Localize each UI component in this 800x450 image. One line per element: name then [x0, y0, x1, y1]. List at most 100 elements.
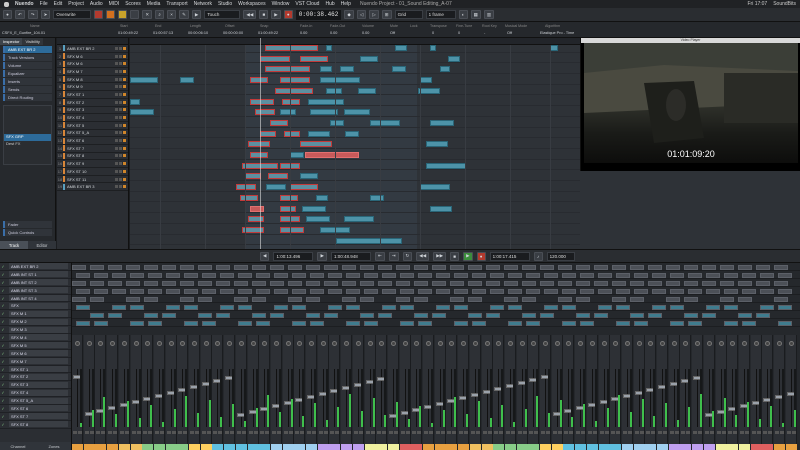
- forward-button[interactable]: ▶▶: [433, 251, 447, 261]
- mute-icon[interactable]: [115, 92, 118, 96]
- track-row[interactable]: 17 SFX ST 10: [57, 168, 128, 176]
- mute-icon[interactable]: [115, 46, 118, 50]
- record-arm-icon[interactable]: [123, 139, 126, 143]
- visibility-check-icon[interactable]: ✓: [0, 303, 6, 308]
- audio-event[interactable]: [250, 205, 264, 212]
- mute-icon[interactable]: [283, 431, 288, 434]
- draw-tool-icon[interactable]: ✎: [179, 10, 189, 19]
- project-arrange-area[interactable]: [130, 38, 580, 249]
- solo-icon[interactable]: [370, 431, 375, 434]
- mute-icon[interactable]: [704, 431, 709, 434]
- pan-knob[interactable]: [531, 341, 537, 346]
- menu-workspaces[interactable]: Workspaces: [238, 1, 265, 7]
- audio-event[interactable]: [345, 130, 359, 137]
- mixer-track-row[interactable]: ✓ SFX ST 8: [0, 421, 71, 429]
- pan-knob[interactable]: [566, 341, 572, 346]
- record-arm-icon[interactable]: [123, 116, 126, 120]
- track-row[interactable]: 9 SFX ST 3: [57, 106, 128, 115]
- pan-knob[interactable]: [683, 341, 689, 346]
- track-lane[interactable]: [130, 226, 580, 235]
- mute-icon[interactable]: [622, 431, 627, 434]
- tab-track[interactable]: Track: [0, 241, 28, 249]
- mixer-track-row[interactable]: ✓ SFX ST 7: [0, 413, 71, 421]
- track-name[interactable]: SFX ST 4: [67, 115, 115, 120]
- menu-window[interactable]: Window: [272, 1, 290, 7]
- erase-tool-button[interactable]: ✕: [142, 10, 153, 19]
- track-name[interactable]: AMB EXT BR 2: [67, 46, 115, 51]
- pan-knob[interactable]: [718, 341, 724, 346]
- pan-knob[interactable]: [449, 341, 455, 346]
- pan-knob[interactable]: [601, 341, 607, 346]
- mixer-track-name[interactable]: SFX M 4: [9, 334, 68, 341]
- record-arm-icon[interactable]: [123, 123, 126, 127]
- solo-icon[interactable]: [791, 431, 796, 434]
- solo-icon[interactable]: [119, 123, 122, 127]
- pan-knob[interactable]: [379, 341, 385, 346]
- pan-knob[interactable]: [543, 341, 548, 346]
- solo-icon[interactable]: [119, 85, 122, 89]
- solo-icon[interactable]: [119, 169, 122, 173]
- solo-icon[interactable]: [639, 431, 644, 434]
- record-arm-icon[interactable]: [123, 185, 126, 189]
- mute-icon[interactable]: [115, 77, 118, 81]
- solo-icon[interactable]: [335, 431, 340, 434]
- solo-icon[interactable]: [382, 431, 387, 434]
- record-button[interactable]: ●: [476, 251, 486, 261]
- solo-icon[interactable]: [183, 431, 188, 434]
- info-value-mute[interactable]: Off: [390, 31, 395, 35]
- audio-event[interactable]: [130, 109, 154, 116]
- mute-icon[interactable]: [716, 431, 721, 434]
- track-lane[interactable]: [130, 216, 580, 224]
- pan-knob[interactable]: [192, 341, 197, 346]
- audio-event[interactable]: [260, 130, 276, 137]
- mute-icon[interactable]: [115, 54, 118, 58]
- visibility-check-icon[interactable]: ✓: [0, 351, 6, 356]
- mute-icon[interactable]: [201, 431, 206, 434]
- pan-knob[interactable]: [507, 341, 513, 346]
- audio-event[interactable]: [340, 66, 354, 73]
- mute-icon[interactable]: [763, 431, 768, 434]
- mute-icon[interactable]: [190, 431, 194, 434]
- record-arm-icon[interactable]: [123, 177, 126, 181]
- audio-event[interactable]: [302, 205, 326, 212]
- mute-icon[interactable]: [178, 431, 183, 434]
- activate-project-button[interactable]: ●: [3, 10, 12, 19]
- info-value-end[interactable]: 01:00:57:13: [153, 31, 173, 35]
- mute-icon[interactable]: [236, 431, 241, 434]
- pan-knob[interactable]: [402, 341, 408, 346]
- mute-icon[interactable]: [115, 139, 118, 143]
- mixer-track-row[interactable]: ✓ SFX M 5: [0, 342, 71, 350]
- solo-icon[interactable]: [119, 77, 122, 81]
- audio-event[interactable]: [358, 87, 376, 94]
- track-name[interactable]: SFX ST 2: [67, 100, 115, 105]
- pan-knob[interactable]: [578, 341, 584, 346]
- visibility-check-icon[interactable]: ✓: [0, 374, 6, 379]
- mute-icon[interactable]: [115, 69, 118, 73]
- mixer-track-name[interactable]: SFX M 7: [9, 358, 68, 365]
- audio-event[interactable]: [268, 173, 288, 180]
- audio-event[interactable]: [420, 77, 432, 84]
- pan-knob[interactable]: [589, 341, 595, 346]
- pan-knob[interactable]: [496, 341, 502, 346]
- inspector-section-volume[interactable]: Volume: [3, 62, 52, 69]
- pan-knob[interactable]: [180, 341, 186, 346]
- audio-event[interactable]: [260, 55, 290, 62]
- left-locator[interactable]: 1:00:13.496: [273, 251, 314, 261]
- position-display[interactable]: 1:00:17.415: [489, 251, 530, 261]
- pan-knob[interactable]: [75, 341, 80, 346]
- track-lane[interactable]: [130, 205, 580, 214]
- mute-icon[interactable]: [681, 431, 686, 434]
- mixer-track-name[interactable]: SFX M 6: [9, 350, 68, 357]
- mute-icon[interactable]: [115, 154, 118, 158]
- mixer-overview-lane[interactable]: [72, 311, 800, 319]
- track-name[interactable]: SFX ST 10: [67, 169, 115, 174]
- solo-icon[interactable]: [119, 54, 122, 58]
- track-row[interactable]: 15 SFX ST 8: [57, 152, 128, 161]
- visibility-check-icon[interactable]: ✓: [0, 288, 6, 293]
- audio-event[interactable]: [280, 109, 296, 116]
- range-tool-button[interactable]: [106, 10, 116, 19]
- mixer-track-row[interactable]: ✓ SFX M 1: [0, 310, 71, 319]
- pan-knob[interactable]: [519, 341, 525, 346]
- mute-icon[interactable]: [84, 431, 89, 434]
- play-button[interactable]: ▶: [463, 251, 473, 261]
